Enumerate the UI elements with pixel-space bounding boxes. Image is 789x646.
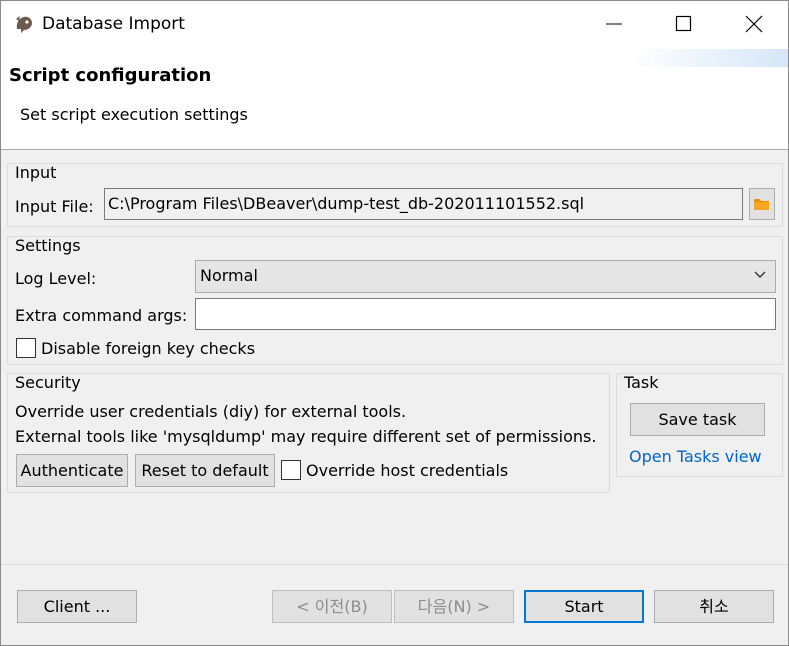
folder-icon [754, 199, 769, 210]
back-button[interactable]: < 이전(B) [272, 590, 392, 623]
security-group-title: Security [15, 373, 81, 392]
start-button[interactable]: Start [524, 590, 644, 623]
minimize-button[interactable] [579, 1, 649, 47]
security-description-line2: External tools like 'mysqldump' may requ… [15, 427, 597, 446]
input-group-title: Input [15, 163, 57, 182]
authenticate-button[interactable]: Authenticate [16, 454, 128, 487]
extra-args-label: Extra command args: [15, 306, 188, 325]
browse-folder-button[interactable] [749, 188, 775, 220]
disable-fk-checkbox[interactable] [16, 338, 36, 358]
settings-group-title: Settings [15, 236, 81, 255]
security-description-line1: Override user credentials (diy) for exte… [15, 402, 407, 421]
database-import-dialog: Database Import Script configuration Set… [0, 0, 789, 646]
extra-args-input[interactable] [195, 298, 776, 330]
log-level-select[interactable]: Normal [195, 260, 776, 293]
chevron-down-icon [754, 271, 766, 278]
title-bar: Database Import [1, 1, 788, 49]
reset-to-default-button[interactable]: Reset to default [135, 454, 275, 487]
dbeaver-app-icon [13, 13, 35, 35]
cancel-button[interactable]: 취소 [654, 590, 774, 623]
override-host-label: Override host credentials [306, 461, 509, 480]
input-file-field[interactable]: C:\Program Files\DBeaver\dump-test_db-20… [104, 188, 743, 220]
disable-fk-label: Disable foreign key checks [41, 339, 256, 358]
header-decoration [631, 49, 788, 67]
client-button[interactable]: Client ... [17, 590, 137, 623]
save-task-button[interactable]: Save task [630, 403, 765, 436]
close-button[interactable] [719, 1, 788, 47]
wizard-header: Script configuration Set script executio… [1, 49, 788, 150]
log-level-label: Log Level: [15, 269, 97, 288]
log-level-value: Normal [200, 266, 258, 285]
input-file-label: Input File: [15, 197, 94, 216]
page-description: Set script execution settings [20, 105, 248, 124]
page-title: Script configuration [9, 65, 212, 86]
override-host-checkbox[interactable] [281, 460, 301, 480]
open-tasks-view-link[interactable]: Open Tasks view [629, 447, 762, 466]
window-title: Database Import [42, 14, 185, 34]
footer-separator [1, 564, 788, 565]
maximize-button[interactable] [649, 1, 719, 47]
next-button[interactable]: 다음(N) > [394, 590, 514, 623]
task-group-title: Task [624, 373, 659, 392]
